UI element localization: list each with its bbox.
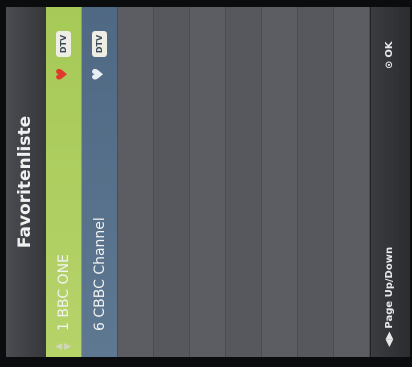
left-right-arrows-icon: ◀▶ (384, 331, 395, 347)
ok-label: OK (384, 41, 395, 58)
empty-row (118, 7, 154, 357)
ok-hint[interactable]: ⊙ OK (384, 41, 395, 69)
page-up-down-label: Page Up/Down (384, 246, 395, 329)
channel-row-bbc-one[interactable]: ▲ ▼ 1 BBC ONE ♥ DTV (46, 7, 82, 357)
dtv-badge: DTV (56, 31, 71, 57)
heart-icon: ♥ (89, 67, 107, 81)
up-down-arrows-icon: ▲ ▼ (54, 343, 73, 350)
empty-row (298, 7, 334, 357)
title-bar: Favoritenliste (6, 7, 47, 357)
channel-label: 6 CBBC Channel (92, 217, 108, 331)
tv-frame: Favoritenliste ▲ ▼ 1 BBC ONE ♥ DTV 6 CBBC… (0, 0, 412, 367)
empty-row (226, 7, 262, 357)
channel-list: ▲ ▼ 1 BBC ONE ♥ DTV 6 CBBC Channel ♥ DTV (46, 7, 370, 357)
channel-row-cbbc[interactable]: 6 CBBC Channel ♥ DTV (82, 7, 118, 357)
heart-icon: ♥ (53, 67, 71, 81)
empty-row (154, 7, 190, 357)
dtv-badge: DTV (92, 31, 107, 57)
empty-row (190, 7, 226, 357)
empty-row (334, 7, 370, 357)
page-up-down-hint[interactable]: ◀▶ Page Up/Down (384, 247, 395, 347)
ok-button-icon: ⊙ (384, 60, 395, 69)
page-title: Favoritenliste (15, 115, 35, 249)
channel-label: 1 BBC ONE (56, 254, 72, 331)
empty-row (262, 7, 298, 357)
rotated-stage: Favoritenliste ▲ ▼ 1 BBC ONE ♥ DTV 6 CBBC… (0, 0, 412, 367)
favorites-screen: Favoritenliste ▲ ▼ 1 BBC ONE ♥ DTV 6 CBBC… (6, 7, 410, 357)
footer-bar: ◀▶ Page Up/Down ⊙ OK (370, 7, 410, 357)
